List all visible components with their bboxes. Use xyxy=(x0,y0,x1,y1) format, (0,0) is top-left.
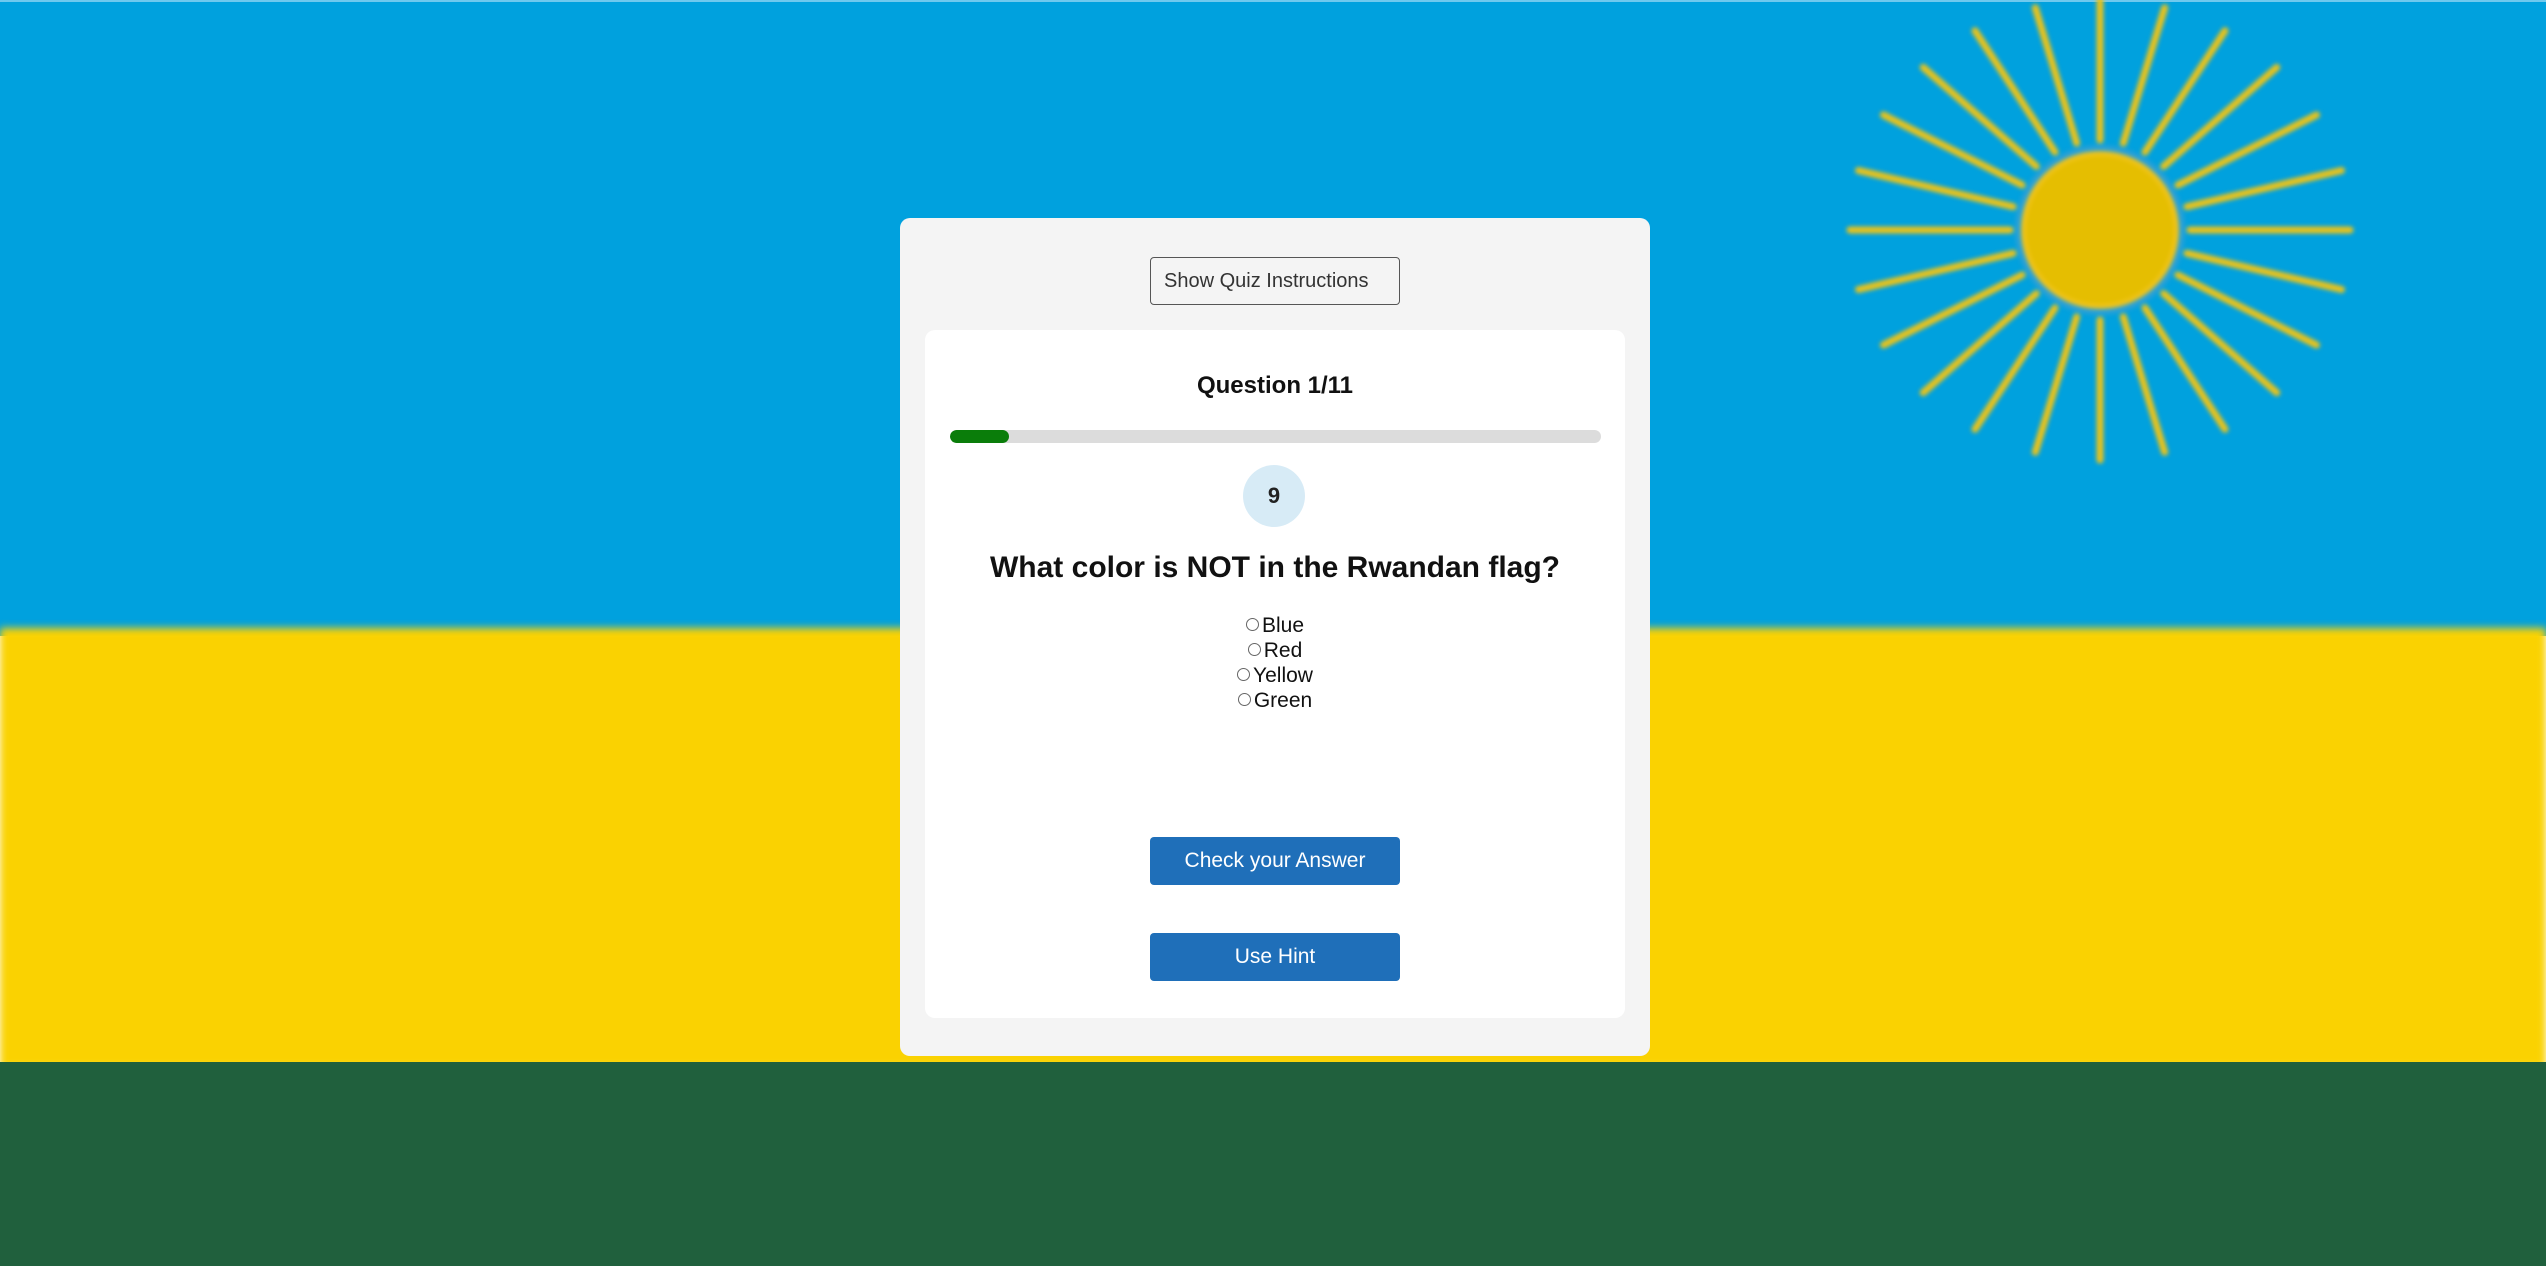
sun-ray xyxy=(2141,27,2229,156)
option-red[interactable]: Red xyxy=(925,638,1625,663)
sun-ray xyxy=(2031,313,2081,456)
sun-ray xyxy=(2183,166,2345,211)
radio-button[interactable] xyxy=(1247,642,1261,656)
sun-ray xyxy=(1919,63,2040,170)
radio-button[interactable] xyxy=(1245,617,1259,631)
sun-ray xyxy=(2031,4,2081,147)
sun-ray xyxy=(2174,111,2321,189)
option-label: Green xyxy=(1253,688,1313,712)
sun-ray xyxy=(2119,313,2169,456)
question-panel: Question 1/11 9 What color is NOT in the… xyxy=(925,330,1625,1018)
sun-ray xyxy=(1855,249,2017,294)
option-blue[interactable]: Blue xyxy=(925,613,1625,638)
question-text: What color is NOT in the Rwandan flag? xyxy=(989,551,1560,584)
option-label: Yellow xyxy=(1253,663,1313,687)
radio-button[interactable] xyxy=(1237,667,1251,681)
progress-bar-fill xyxy=(950,430,1009,443)
use-hint-button[interactable]: Use Hint xyxy=(1150,933,1400,981)
sun-ray xyxy=(2119,4,2169,147)
sun-ray xyxy=(1879,271,2026,349)
sun-ray xyxy=(2174,271,2321,349)
flag-green-band xyxy=(0,1062,2546,1266)
sun-ray xyxy=(1971,304,2059,433)
sun-ray xyxy=(1855,166,2017,211)
radio-button[interactable] xyxy=(1237,692,1251,706)
sun-ray xyxy=(2183,249,2345,294)
timer-badge: 9 xyxy=(1243,465,1305,527)
check-answer-button[interactable]: Check your Answer xyxy=(1150,837,1400,885)
quiz-card: Show Quiz Instructions Question 1/11 9 W… xyxy=(900,218,1650,1056)
answer-options: Blue Red Yellow Green xyxy=(925,613,1625,713)
option-yellow[interactable]: Yellow xyxy=(925,663,1625,688)
sun-ray xyxy=(2160,63,2281,170)
sun-icon xyxy=(1846,0,2354,464)
question-counter: Question 1/11 xyxy=(1196,372,1354,399)
sun-ray xyxy=(1919,290,2040,397)
option-label: Blue xyxy=(1261,613,1305,637)
option-green[interactable]: Green xyxy=(925,688,1625,713)
sun-ray xyxy=(2141,304,2229,433)
option-label: Red xyxy=(1263,638,1303,662)
progress-bar xyxy=(950,430,1601,443)
show-instructions-button[interactable]: Show Quiz Instructions xyxy=(1150,257,1400,305)
sun-ray xyxy=(2160,290,2281,397)
sun-ray xyxy=(1879,111,2026,189)
sun-ray xyxy=(1971,27,2059,156)
